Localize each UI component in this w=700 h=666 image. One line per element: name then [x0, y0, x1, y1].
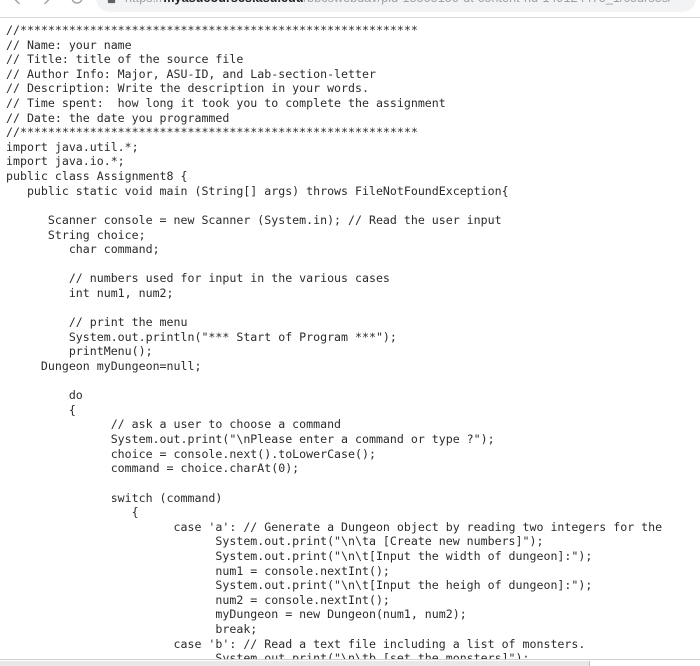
- horizontal-scroll-thumb[interactable]: [0, 661, 590, 666]
- code-line: myDungeon = new Dungeon(num1, num2);: [6, 607, 467, 622]
- code-line: int num1, num2;: [6, 285, 174, 300]
- code-line: //**************************************…: [6, 125, 418, 140]
- code-line: System.out.print("\nPlease enter a comma…: [6, 432, 495, 447]
- forward-button[interactable]: [34, 0, 60, 11]
- lock-icon: [106, 0, 117, 4]
- url-host: myasucourses.asu.edu: [163, 0, 303, 5]
- code-line: // Title: title of the source file: [6, 52, 244, 67]
- code-line: {: [6, 402, 76, 417]
- code-line: Dungeon myDungeon=null;: [6, 359, 202, 374]
- address-bar[interactable]: https://myasucourses.asu.edu/bbcswebdav/…: [96, 0, 696, 12]
- code-line: num2 = console.nextInt();: [6, 592, 390, 607]
- url-path: /bbcswebdav/pid-18505150-dt-content-rid-…: [304, 0, 672, 5]
- code-line: // Author Info: Major, ASU-ID, and Lab-s…: [6, 66, 376, 81]
- code-line: case 'b': // Read a text file including …: [6, 636, 586, 651]
- url-scheme: https://: [125, 0, 163, 5]
- code-line: switch (command): [6, 490, 223, 505]
- code-line: System.out.print("\n\t[Input the heigh o…: [6, 578, 593, 593]
- code-line: System.out.println("*** Start of Program…: [6, 329, 397, 344]
- code-line: import java.util.*;: [6, 139, 139, 154]
- code-line: case 'a': // Generate a Dungeon object b…: [6, 519, 663, 534]
- code-line: Scanner console = new Scanner (System.in…: [6, 212, 502, 227]
- code-line: String choice;: [6, 227, 146, 242]
- code-line: do: [6, 388, 83, 403]
- browser-toolbar: https://myasucourses.asu.edu/bbcswebdav/…: [0, 0, 700, 17]
- code-line: // print the menu: [6, 315, 188, 330]
- code-line: import java.io.*;: [6, 154, 125, 169]
- horizontal-scrollbar[interactable]: [0, 659, 700, 666]
- code-line: choice = console.next().toLowerCase();: [6, 446, 376, 461]
- reload-icon[interactable]: [64, 0, 90, 11]
- code-line: command = choice.charAt(0);: [6, 461, 300, 476]
- browser-chrome-strip: https://myasucourses.asu.edu/bbcswebdav/…: [0, 0, 700, 18]
- url-text: https://myasucourses.asu.edu/bbcswebdav/…: [125, 0, 672, 5]
- code-line: // numbers used for input in the various…: [6, 271, 390, 286]
- code-line: System.out.print("\n\ta [Create new numb…: [6, 534, 544, 549]
- code-line: {: [6, 505, 139, 520]
- code-line: System.out.print("\n\t[Input the width o…: [6, 548, 593, 563]
- code-line: // Date: the date you programmed: [6, 110, 230, 125]
- code-line: printMenu();: [6, 344, 153, 359]
- code-line: System.out.print("\n\tb [set the monster…: [6, 651, 530, 659]
- code-line: public static void main (String[] args) …: [6, 183, 509, 198]
- back-button[interactable]: [4, 0, 30, 11]
- code-line: // Time spent: how long it took you to c…: [6, 96, 446, 111]
- source-code-viewer[interactable]: //**************************************…: [0, 19, 700, 659]
- code-line: num1 = console.nextInt();: [6, 563, 390, 578]
- code-line: char command;: [6, 242, 160, 257]
- code-line: // Description: Write the description in…: [6, 81, 369, 96]
- code-line: // ask a user to choose a command: [6, 417, 342, 432]
- code-line: public class Assignment8 {: [6, 169, 188, 184]
- code-line: //**************************************…: [6, 23, 418, 37]
- java-source-code: //**************************************…: [6, 23, 662, 659]
- code-line: break;: [6, 621, 258, 636]
- code-line: // Name: your name: [6, 37, 132, 52]
